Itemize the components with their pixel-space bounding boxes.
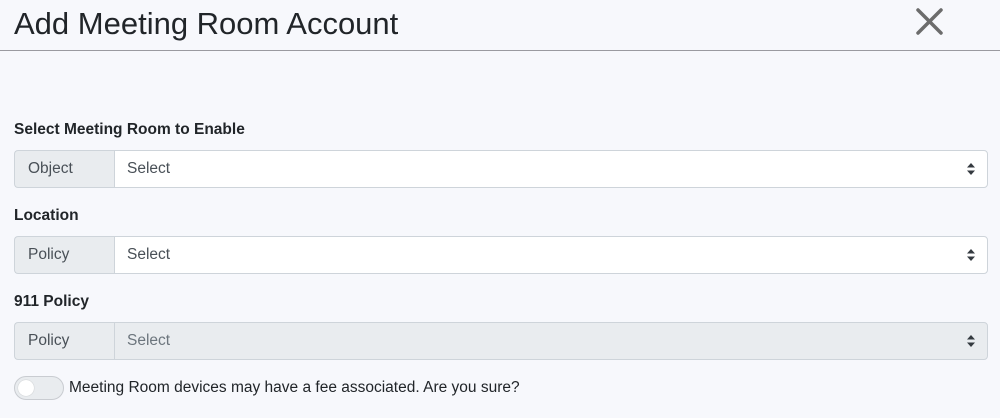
911-policy-addon: Policy [14, 322, 114, 360]
modal-title: Add Meeting Room Account [14, 6, 399, 41]
close-icon [916, 8, 943, 35]
fee-confirm-row: Meeting Room devices may have a fee asso… [14, 376, 520, 400]
meeting-room-input-group: Object Select [14, 150, 988, 188]
911-policy-input-group: Policy Select [14, 322, 988, 360]
object-addon: Object [14, 150, 114, 188]
911-policy-label: 911 Policy [14, 293, 89, 310]
location-input-group: Policy Select [14, 236, 988, 274]
911-policy-select-value: Select [127, 332, 171, 349]
select-caret-icon [967, 335, 975, 347]
location-label: Location [14, 207, 79, 224]
select-caret-icon [967, 163, 975, 175]
meeting-room-label: Select Meeting Room to Enable [14, 121, 245, 138]
location-policy-select-value: Select [127, 246, 171, 263]
meeting-room-select-value: Select [127, 160, 171, 177]
location-policy-select[interactable]: Select [114, 236, 988, 274]
close-button[interactable] [909, 4, 951, 40]
toggle-knob [18, 380, 34, 396]
modal-header: Add Meeting Room Account [0, 0, 1000, 51]
select-caret-icon [967, 249, 975, 261]
fee-confirm-toggle[interactable] [14, 376, 64, 400]
911-policy-select: Select [114, 322, 988, 360]
location-policy-addon: Policy [14, 236, 114, 274]
add-meeting-room-modal: Add Meeting Room Account Select Meeting … [0, 0, 1000, 418]
meeting-room-select[interactable]: Select [114, 150, 988, 188]
fee-confirm-text: Meeting Room devices may have a fee asso… [69, 379, 520, 396]
